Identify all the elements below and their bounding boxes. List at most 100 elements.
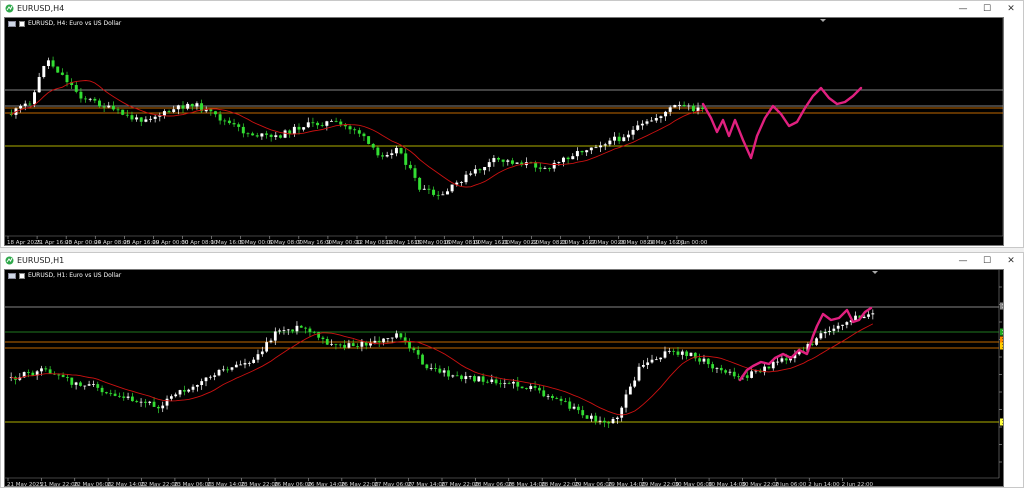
candlestick bbox=[353, 129, 357, 131]
candlestick bbox=[572, 406, 576, 409]
candlestick bbox=[473, 169, 477, 174]
candlestick bbox=[321, 337, 325, 339]
candlestick bbox=[442, 370, 446, 373]
price-chart[interactable]: 1.147051.144101.141951.139001.136051.133… bbox=[4, 269, 1004, 487]
candlestick bbox=[255, 135, 259, 137]
candlestick bbox=[538, 387, 541, 391]
chart-symbol-label: EURUSD, H1: Euro vs US Dollar bbox=[8, 272, 121, 279]
minimize-icon[interactable]: — bbox=[951, 1, 975, 16]
candlestick bbox=[603, 144, 607, 146]
candlestick bbox=[395, 333, 398, 338]
candlestick bbox=[516, 381, 520, 387]
candlestick bbox=[701, 107, 705, 110]
candlestick bbox=[432, 189, 436, 195]
candlestick bbox=[589, 147, 593, 151]
candlestick bbox=[668, 107, 672, 112]
candlestick bbox=[650, 120, 654, 122]
minimize-icon[interactable]: — bbox=[951, 253, 975, 268]
candlestick bbox=[607, 422, 611, 424]
candlestick bbox=[750, 371, 753, 378]
window-titlebar[interactable]: EURUSD,H1 — ☐ ✕ bbox=[1, 253, 1023, 268]
candlestick bbox=[239, 364, 243, 366]
candlestick bbox=[381, 155, 385, 157]
candlestick bbox=[687, 105, 691, 107]
candlestick bbox=[450, 184, 454, 192]
candlestick bbox=[84, 98, 88, 100]
candlestick bbox=[125, 114, 129, 116]
candlestick bbox=[615, 417, 619, 419]
candlestick bbox=[696, 107, 700, 112]
candlestick bbox=[386, 338, 390, 340]
candlestick bbox=[673, 105, 677, 108]
maximize-icon[interactable]: ☐ bbox=[975, 253, 999, 268]
candlestick bbox=[404, 153, 408, 165]
candlestick bbox=[776, 361, 779, 363]
indicator-icon bbox=[19, 272, 25, 279]
candlestick bbox=[624, 394, 628, 408]
candlestick bbox=[468, 376, 472, 377]
candlestick bbox=[477, 376, 481, 382]
price-chart[interactable]: 1.164201.155801.147401.141001.130601.119… bbox=[4, 17, 1004, 246]
candlestick bbox=[97, 100, 101, 107]
chart-window-h1[interactable]: EURUSD,H1 — ☐ ✕ 1.147051.144101.141951.1… bbox=[0, 252, 1024, 488]
candlestick bbox=[577, 406, 580, 411]
candlestick bbox=[96, 384, 100, 388]
candlestick bbox=[613, 136, 617, 141]
candlestick bbox=[628, 386, 632, 395]
candlestick bbox=[109, 393, 113, 395]
candlestick bbox=[135, 117, 139, 120]
candlestick bbox=[87, 384, 91, 386]
candlestick bbox=[221, 369, 225, 371]
flag-icon bbox=[8, 20, 16, 27]
maximize-icon[interactable]: ☐ bbox=[975, 1, 999, 16]
candlestick bbox=[230, 367, 234, 370]
candlestick bbox=[218, 114, 222, 121]
candlestick bbox=[19, 105, 23, 109]
candlestick bbox=[682, 104, 686, 107]
candlestick bbox=[542, 390, 546, 397]
candlestick bbox=[195, 385, 199, 387]
candlestick bbox=[650, 359, 654, 363]
candlestick bbox=[139, 401, 143, 403]
chart-canvas[interactable]: 1.164201.155801.147401.141001.130601.119… bbox=[5, 18, 1003, 245]
close-icon[interactable]: ✕ bbox=[999, 1, 1023, 16]
candlestick bbox=[291, 329, 295, 332]
candlestick bbox=[265, 342, 269, 352]
candlestick bbox=[689, 352, 693, 356]
candlestick bbox=[93, 98, 97, 101]
symbol-description: EURUSD, H4: Euro vs US Dollar bbox=[28, 20, 122, 27]
close-icon[interactable]: ✕ bbox=[999, 253, 1023, 268]
time-axis-label: 21 May 2025 bbox=[7, 482, 43, 486]
candlestick bbox=[499, 383, 502, 385]
candlestick bbox=[251, 133, 255, 136]
candlestick bbox=[390, 337, 394, 339]
candlestick bbox=[667, 350, 671, 352]
candlestick bbox=[200, 381, 204, 386]
candlestick bbox=[599, 145, 603, 148]
candlestick bbox=[162, 111, 166, 116]
candlestick bbox=[174, 394, 178, 397]
candlestick bbox=[66, 377, 69, 378]
candlestick bbox=[131, 396, 134, 402]
candlestick bbox=[74, 85, 78, 92]
candlestick bbox=[845, 322, 849, 325]
symbol-description: EURUSD, H1: Euro vs US Dollar bbox=[28, 272, 122, 279]
candlestick bbox=[631, 129, 635, 135]
chart-icon bbox=[5, 256, 14, 265]
window-titlebar[interactable]: EURUSD,H4 — ☐ ✕ bbox=[1, 1, 1023, 16]
candlestick bbox=[421, 354, 424, 365]
candlestick bbox=[306, 122, 310, 128]
wave-projection-line bbox=[738, 306, 873, 382]
candlestick bbox=[767, 366, 771, 369]
candlestick bbox=[706, 358, 710, 365]
candlestick bbox=[70, 377, 74, 385]
candlestick bbox=[566, 157, 570, 160]
candlestick bbox=[728, 371, 732, 373]
chart-window-h4[interactable]: EURUSD,H4 — ☐ ✕ 1.164201.155801.147401.1… bbox=[0, 0, 1024, 248]
candlestick bbox=[60, 72, 64, 75]
candlestick bbox=[37, 76, 41, 93]
chart-canvas[interactable]: 1.147051.144101.141951.139001.136051.133… bbox=[5, 270, 1003, 486]
candlestick bbox=[418, 177, 422, 190]
candlestick bbox=[149, 118, 153, 120]
candlestick bbox=[237, 124, 241, 127]
